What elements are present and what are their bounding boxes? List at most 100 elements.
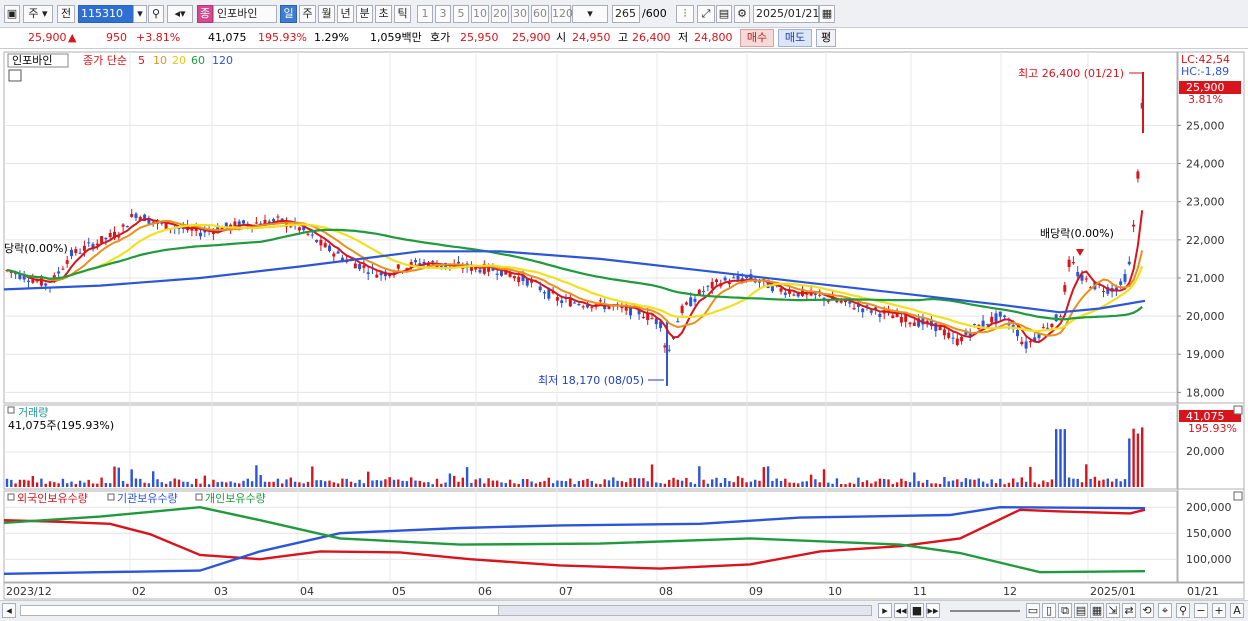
holdings-panel-close-icon[interactable]: [1233, 491, 1243, 501]
zoom-in-icon[interactable]: +: [1212, 603, 1226, 618]
period-tab-2[interactable]: 월: [318, 5, 335, 23]
compare-icon[interactable]: ⇄: [1122, 603, 1136, 618]
interval-tab-120[interactable]: 120: [551, 5, 573, 23]
gear-icon[interactable]: ⚙: [734, 5, 750, 23]
zoom-out-icon[interactable]: −: [1194, 603, 1208, 618]
volume-bar: [564, 481, 568, 487]
period-tab-3[interactable]: 년: [337, 5, 354, 23]
layout-split-icon[interactable]: ▯: [1042, 603, 1056, 618]
interval-tab-60[interactable]: 60: [531, 5, 549, 23]
candle-body: [87, 242, 91, 244]
volume-bar: [637, 478, 641, 487]
layout-icon[interactable]: ▭: [1026, 603, 1040, 618]
volume-bar: [642, 478, 645, 487]
buy-button[interactable]: 매수: [740, 29, 774, 47]
period-tab-0[interactable]: 일: [280, 5, 297, 23]
period-tab-6[interactable]: 틱: [394, 5, 411, 23]
candle-body: [878, 313, 882, 318]
scroll-track[interactable]: [20, 605, 500, 616]
stop-icon[interactable]: ■: [910, 603, 924, 618]
rewind-icon[interactable]: ◂◂: [894, 603, 908, 618]
scroll-left-icon[interactable]: ◂: [2, 603, 16, 618]
volume-bar: [676, 479, 679, 487]
volume-bar: [229, 481, 232, 487]
copy-icon[interactable]: ⧉: [1058, 603, 1072, 618]
candle-body: [27, 280, 30, 282]
candle-body: [1132, 224, 1136, 227]
period-tab-5[interactable]: 초: [375, 5, 392, 23]
speaker-icon[interactable]: ◂▾: [167, 5, 193, 23]
volume-info: 41,075주(195.93%): [8, 419, 114, 432]
candle-body: [676, 321, 680, 323]
volume-pct: 195.93%: [258, 31, 307, 44]
x-axis-right-label: 01/21: [1187, 585, 1219, 598]
interval-dropdown[interactable]: ▾: [572, 5, 608, 23]
market-select[interactable]: 주 ▾: [23, 5, 53, 23]
volume-bar: [625, 482, 628, 487]
flat-button[interactable]: 평: [816, 29, 836, 47]
volume-bar: [100, 477, 103, 487]
stock-code-input[interactable]: 115310: [78, 5, 138, 23]
bar-count-input[interactable]: 265: [612, 5, 640, 23]
candle-body: [70, 249, 73, 257]
interval-tab-20[interactable]: 20: [491, 5, 509, 23]
print-icon[interactable]: ▤: [1074, 603, 1088, 618]
volume-bar: [1055, 429, 1058, 487]
magnifier-icon[interactable]: ⚲: [1176, 603, 1190, 618]
search-icon[interactable]: ⚲: [148, 5, 164, 23]
forward-icon[interactable]: ▸▸: [926, 603, 940, 618]
crosshair-icon[interactable]: ⌖: [1158, 603, 1172, 618]
volume-panel-close-icon[interactable]: [1233, 405, 1243, 415]
stock-name-field[interactable]: 인포바인: [213, 5, 277, 23]
volume-bar: [388, 477, 391, 487]
scroll-thumb[interactable]: [498, 605, 872, 616]
text-tool-icon[interactable]: A: [1230, 603, 1244, 618]
export-icon[interactable]: ⇲: [1106, 603, 1120, 618]
volume-bar: [1012, 478, 1015, 487]
volume-bar: [281, 483, 284, 487]
sell-button[interactable]: 매도: [778, 29, 812, 47]
scroll-right-icon[interactable]: ▸: [878, 603, 892, 618]
volume-bar: [14, 483, 17, 487]
volume-bar: [478, 478, 482, 487]
period-tab-1[interactable]: 주: [299, 5, 316, 23]
draw-tool-icon[interactable]: ⤢: [697, 5, 715, 23]
candle-body: [396, 264, 400, 269]
chart-svg[interactable]: 인포바인 종가 단순 5 10 20 60 120 LC:42,54 HC:-1…: [0, 50, 1248, 600]
chart-scroll-bar[interactable]: ◂ ▸ ◂◂ ■ ▸▸ ▭ ▯ ⧉ ▤ ▦ ⇲ ⇄ ⟲ ⌖ ⚲ − + A: [0, 600, 1248, 621]
code-dropdown-chevron-icon[interactable]: ▾: [133, 5, 147, 23]
volume-bar: [83, 482, 86, 487]
prev-button[interactable]: 전: [57, 5, 75, 23]
grid-toggle-icon[interactable]: [8, 69, 22, 82]
period-tab-4[interactable]: 분: [356, 5, 373, 23]
candle-type-icon[interactable]: ⫶: [676, 5, 694, 23]
volume-bar: [702, 479, 705, 487]
volume-bar: [689, 482, 692, 487]
volume-bar: [113, 466, 116, 487]
candle-body: [1127, 261, 1131, 265]
window-menu-icon[interactable]: ▣: [4, 5, 20, 23]
interval-tab-10[interactable]: 10: [471, 5, 489, 23]
chart-area[interactable]: 인포바인 종가 단순 5 10 20 60 120 LC:42,54 HC:-1…: [0, 50, 1248, 600]
volume-bar: [809, 474, 813, 487]
interval-tab-30[interactable]: 30: [511, 5, 529, 23]
chart-toolbar: ▣ 주 ▾ 전 115310 ▾ ⚲ ◂▾ 종 인포바인 ▾ 265 /600 …: [0, 0, 1248, 28]
volume-bar: [526, 479, 529, 487]
date-input[interactable]: 2025/01/21: [753, 5, 819, 23]
interval-tab-1[interactable]: 1: [417, 5, 433, 23]
volume-bar: [1115, 478, 1118, 487]
interval-tab-3[interactable]: 3: [435, 5, 451, 23]
zoom-slider[interactable]: [950, 610, 1020, 612]
candle-body: [908, 322, 912, 325]
table-icon[interactable]: ▦: [1090, 603, 1104, 618]
save-icon[interactable]: ▤: [716, 5, 732, 23]
volume-bar: [225, 482, 228, 487]
restore-icon[interactable]: ⟲: [1140, 603, 1154, 618]
turnover-pct: 1.29%: [314, 31, 349, 44]
volume-bar: [891, 484, 894, 487]
candle-body: [1119, 281, 1123, 285]
calendar-icon[interactable]: ▦: [819, 5, 835, 23]
volume-bar: [216, 482, 219, 487]
interval-tab-5[interactable]: 5: [453, 5, 469, 23]
trade-amount: 1,059백만: [370, 31, 422, 44]
